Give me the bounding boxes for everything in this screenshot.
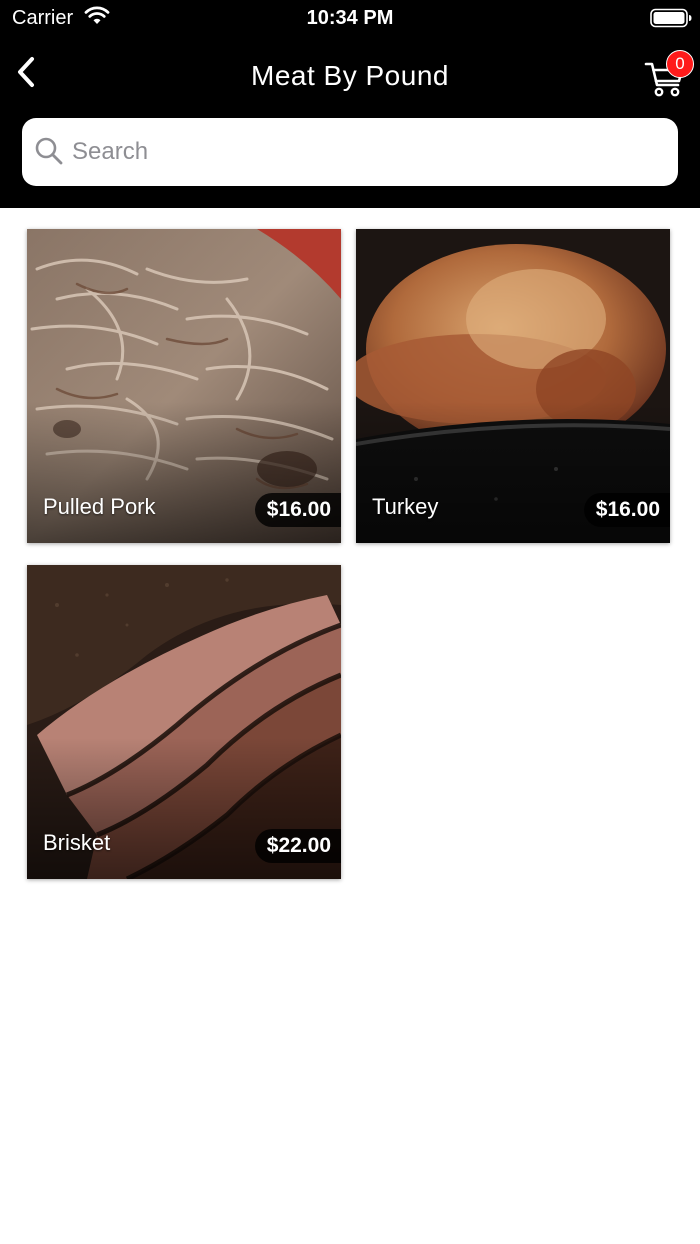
- search-bar[interactable]: [22, 118, 678, 186]
- battery-icon: [650, 8, 692, 28]
- search-input[interactable]: [70, 128, 662, 176]
- back-button[interactable]: [6, 52, 46, 92]
- product-name: Brisket: [43, 830, 111, 855]
- product-name: Turkey: [372, 494, 439, 519]
- cart-count-badge: 0: [666, 50, 694, 78]
- status-bar: Carrier 10:34 PM: [0, 0, 700, 40]
- cart-button[interactable]: 0: [640, 50, 696, 100]
- product-card-turkey[interactable]: Turkey $16.00: [356, 229, 670, 543]
- clock: 10:34 PM: [306, 7, 394, 29]
- product-card-brisket[interactable]: Brisket $22.00: [27, 565, 341, 879]
- product-price: $16.00: [254, 493, 341, 527]
- search-icon: [35, 137, 63, 165]
- product-price: $16.00: [583, 493, 670, 527]
- page-title: Meat By Pound: [251, 60, 449, 91]
- product-name: Pulled Pork: [43, 494, 156, 519]
- header: Carrier 10:34 PM Meat By Pound 0 Search: [0, 0, 700, 208]
- chevron-left-icon: [18, 57, 34, 87]
- meat-by-pound-screen: Carrier 10:34 PM Meat By Pound 0 Search …: [0, 0, 700, 1244]
- product-price: $22.00: [254, 829, 341, 863]
- navigation-bar: Meat By Pound 0: [0, 44, 700, 108]
- product-card-pulled-pork[interactable]: Pulled Pork $16.00: [27, 229, 341, 543]
